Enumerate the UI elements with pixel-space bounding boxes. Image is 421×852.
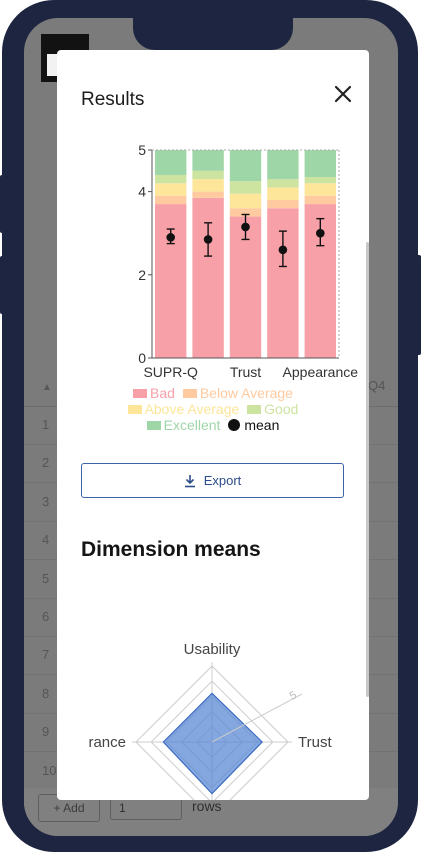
add-button-label: Add bbox=[63, 801, 85, 815]
bar-segment-above-average bbox=[229, 193, 262, 209]
phone-notch bbox=[133, 14, 293, 50]
legend-item-above-average[interactable]: Above Average bbox=[127, 401, 240, 417]
stacked-bar-chart: 0245SUPR-Q Trust Appearance bbox=[138, 142, 359, 380]
y-tick-label: 2 bbox=[138, 267, 146, 283]
phone-screen: ▲ Q4 1 2 3 4 5 6 7 8 9 10 + Add 1 rows Results 02… bbox=[24, 18, 398, 836]
legend-mean-dot bbox=[228, 419, 241, 431]
section-heading: Dimension means bbox=[81, 538, 261, 561]
y-tick-label: 5 bbox=[138, 142, 146, 158]
radar-axis-label: Trust bbox=[298, 734, 332, 751]
close-icon[interactable] bbox=[331, 82, 355, 106]
y-tick-label: 4 bbox=[138, 184, 146, 200]
bar-segment-above-average bbox=[304, 183, 337, 196]
row-number: 1 bbox=[42, 417, 50, 432]
bar-segment-excellent bbox=[229, 150, 262, 182]
legend-label-good: Good bbox=[264, 401, 299, 417]
mean-point bbox=[166, 233, 175, 242]
bar-segment-bad bbox=[192, 197, 224, 358]
modal-title: Results bbox=[81, 89, 145, 110]
bar-segment-good bbox=[192, 170, 224, 180]
sort-up-icon[interactable]: ▲ bbox=[42, 382, 52, 393]
radar-area bbox=[162, 692, 264, 795]
chart-legend: Bad Below Average Above Average Good Exc… bbox=[57, 385, 369, 433]
legend-label-mean: mean bbox=[244, 417, 280, 433]
phone-mockup: ▲ Q4 1 2 3 4 5 6 7 8 9 10 + Add 1 rows Results 02… bbox=[0, 0, 421, 852]
legend-label-excellent: Excellent bbox=[163, 417, 221, 433]
legend-label-above-average: Above Average bbox=[144, 401, 240, 417]
legend-item-good[interactable]: Good bbox=[247, 401, 298, 417]
radar-chart: 5UsabilityTrustrance bbox=[88, 641, 332, 800]
legend-item-mean[interactable]: mean bbox=[228, 417, 279, 433]
bar-segment-excellent bbox=[154, 150, 187, 175]
results-modal: Results 0 2 4 5 SUPR-Q Trust Appearance Bad Be… bbox=[57, 50, 369, 800]
mean-point bbox=[316, 228, 325, 238]
row-number: 5 bbox=[42, 570, 50, 586]
bar-segment-excellent bbox=[304, 150, 337, 178]
legend-swatch-good bbox=[247, 405, 262, 414]
legend-swatch-below-average bbox=[182, 389, 197, 398]
bar-segment-bad bbox=[154, 204, 187, 358]
bar-segment-excellent bbox=[267, 150, 299, 180]
row-number: 2 bbox=[42, 455, 50, 471]
download-icon bbox=[184, 474, 195, 487]
bar-segment-good bbox=[229, 181, 262, 194]
bar-segment-excellent bbox=[192, 150, 224, 171]
x-tick-label: Appearance bbox=[283, 364, 359, 380]
export-button[interactable]: Export bbox=[81, 463, 344, 498]
mean-point bbox=[278, 245, 288, 255]
row-number: 10 bbox=[42, 762, 57, 778]
bar-segment-good bbox=[154, 174, 187, 184]
bar-segment-above-average bbox=[192, 179, 224, 192]
x-tick-label: SUPR-Q bbox=[143, 364, 198, 380]
column-header-q4[interactable]: Q4 bbox=[368, 378, 385, 393]
legend-item-below-average[interactable]: Below Average bbox=[182, 385, 293, 401]
phone-frame: ▲ Q4 1 2 3 4 5 6 7 8 9 10 + Add 1 rows Results 02… bbox=[2, 0, 418, 852]
bar-segment-above-average bbox=[154, 183, 187, 196]
export-label: Export bbox=[203, 473, 242, 488]
legend-swatch-bad bbox=[133, 389, 148, 398]
bar-segment-good bbox=[304, 177, 337, 184]
legend-label-bad: Bad bbox=[150, 385, 175, 401]
row-number: 9 bbox=[42, 724, 50, 740]
legend-swatch-excellent bbox=[146, 421, 161, 430]
radar-axis-label: rance bbox=[88, 734, 126, 751]
row-number: 4 bbox=[42, 532, 50, 548]
bar-segment-below-average bbox=[267, 199, 299, 209]
row-number: 8 bbox=[42, 685, 50, 701]
radar-axis-label: Usability bbox=[184, 641, 241, 658]
bar-segment-good bbox=[267, 179, 299, 188]
row-number: 3 bbox=[42, 493, 50, 509]
legend-item-bad[interactable]: Bad bbox=[133, 385, 175, 401]
row-number: 7 bbox=[42, 647, 50, 663]
bar-segment-below-average bbox=[304, 195, 337, 205]
bar-segment-below-average bbox=[154, 195, 187, 205]
legend-label-below-average: Below Average bbox=[199, 385, 293, 401]
rows-label: rows bbox=[192, 798, 222, 814]
mean-point bbox=[241, 222, 250, 232]
legend-item-excellent[interactable]: Excellent bbox=[146, 417, 221, 433]
row-number: 6 bbox=[42, 609, 50, 624]
legend-swatch-above-average bbox=[127, 405, 142, 414]
mean-point bbox=[203, 235, 213, 244]
x-tick-label: Trust bbox=[230, 364, 261, 380]
bar-segment-above-average bbox=[267, 187, 299, 200]
bar-segment-below-average bbox=[192, 191, 224, 198]
